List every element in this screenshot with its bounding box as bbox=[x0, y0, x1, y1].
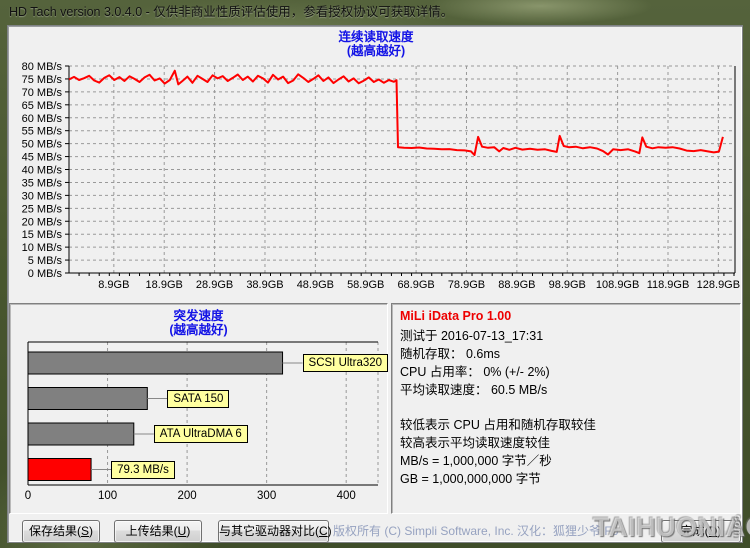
y-tick-label: 45 MB/s bbox=[22, 152, 63, 164]
compare-drives-button[interactable]: 与其它驱动器对比(C) bbox=[218, 520, 332, 543]
y-tick-label: 0 MB/s bbox=[28, 268, 63, 280]
read-speed-chart-svg: 80 MB/s75 MB/s70 MB/s65 MB/s60 MB/s55 MB… bbox=[22, 61, 740, 291]
bar-1 bbox=[27, 351, 284, 375]
x-tick-label: 128.9GB bbox=[697, 279, 740, 291]
burst-speed-panel: 0 100 200 300 400 突发速度 (越高越好) SCSI Ultra320 S… bbox=[9, 303, 389, 514]
window-title: HD Tach version 3.0.4.0 - 仅供非商业性质评估使用，参看… bbox=[9, 5, 454, 19]
x-tick-label: 58.9GB bbox=[347, 279, 384, 291]
bar-label: ATA UltraDMA 6 bbox=[153, 425, 248, 443]
x-tick-label: 18.9GB bbox=[146, 279, 183, 291]
drive-note-line: GB = 1,000,000,000 字节 bbox=[400, 472, 541, 486]
x-tick-label: 200 bbox=[177, 490, 196, 502]
bar-2 bbox=[27, 387, 148, 410]
x-tick-label: 98.9GB bbox=[549, 279, 586, 291]
x-tick-label: 88.9GB bbox=[498, 279, 535, 291]
y-tick-label: 65 MB/s bbox=[22, 100, 63, 112]
x-tick-label: 300 bbox=[257, 490, 276, 502]
hd-tach-window: { "window": { "title": "HD Tach version … bbox=[0, 0, 750, 548]
x-tick-label: 400 bbox=[337, 490, 356, 502]
y-tick-label: 55 MB/s bbox=[22, 126, 63, 138]
drive-note-line: 较低表示 CPU 占用和随机存取较佳 bbox=[400, 418, 596, 432]
save-results-button[interactable]: 保存结果(S) bbox=[22, 520, 100, 543]
x-tick-label: 118.9GB bbox=[647, 279, 690, 291]
x-tick-label: 38.9GB bbox=[246, 279, 283, 291]
bar-label: 79.3 MB/s bbox=[111, 460, 175, 479]
done-button[interactable]: 完成(D) bbox=[661, 520, 741, 543]
drive-notes-list: 较低表示 CPU 占用和随机存取较佳 较高表示平均读取速度较佳 MB/s = 1,0… bbox=[400, 416, 732, 488]
y-tick-label: 10 MB/s bbox=[22, 242, 63, 254]
drive-stat-line: 随机存取： 0.6ms bbox=[400, 347, 501, 361]
upload-results-button[interactable]: 上传结果(U) bbox=[114, 520, 202, 543]
bar-label: SCSI Ultra320 bbox=[302, 354, 389, 372]
x-tick-label: 0 bbox=[25, 490, 31, 502]
y-tick-label: 70 MB/s bbox=[22, 87, 63, 99]
drive-stat-line: CPU 占用率： 0% (+/- 2%) bbox=[400, 365, 550, 379]
burst-chart-header: 突发速度 (越高越好) bbox=[10, 309, 387, 337]
y-tick-label: 5 MB/s bbox=[28, 255, 63, 267]
y-tick-label: 50 MB/s bbox=[22, 139, 63, 151]
drive-stat-line: 平均读取速度： 60.5 MB/s bbox=[400, 383, 548, 397]
y-tick-label: 15 MB/s bbox=[22, 229, 63, 241]
bar-3 bbox=[27, 422, 135, 446]
drive-stats-list: 测试于 2016-07-13_17:31 随机存取： 0.6ms CPU 占用率： … bbox=[400, 327, 732, 399]
y-tick-label: 75 MB/s bbox=[22, 74, 63, 86]
bar-4 bbox=[27, 458, 92, 481]
drive-name: MiLi iData Pro 1.00 bbox=[400, 309, 512, 323]
y-tick-label: 40 MB/s bbox=[22, 165, 63, 177]
bar-label: SATA 150 bbox=[167, 389, 230, 408]
y-tick-label: 60 MB/s bbox=[22, 113, 63, 125]
y-tick-label: 25 MB/s bbox=[22, 203, 63, 215]
x-tick-label: 100 bbox=[98, 490, 117, 502]
y-tick-label: 20 MB/s bbox=[22, 216, 63, 228]
x-tick-label: 78.9GB bbox=[448, 279, 485, 291]
burst-chart-title: 突发速度 bbox=[173, 309, 224, 323]
x-tick-label: 28.9GB bbox=[196, 279, 233, 291]
x-tick-label: 8.9GB bbox=[98, 279, 129, 291]
x-tick-label: 108.9GB bbox=[596, 279, 639, 291]
title-bar[interactable]: HD Tach version 3.0.4.0 - 仅供非商业性质评估使用，参看… bbox=[0, 0, 750, 25]
y-tick-label: 35 MB/s bbox=[22, 177, 63, 189]
y-tick-label: 30 MB/s bbox=[22, 190, 63, 202]
drive-info-panel: MiLi iData Pro 1.00 测试于 2016-07-13_17:31… bbox=[391, 303, 741, 514]
drive-note-line: 较高表示平均读取速度较佳 bbox=[400, 436, 551, 450]
drive-note-line: MB/s = 1,000,000 字节／秒 bbox=[400, 454, 552, 468]
x-tick-label: 48.9GB bbox=[297, 279, 334, 291]
client-area: 连续读取速度 (越高越好) 80 MB/s 75 MB/s 70 MB/s 65 MB… bbox=[7, 25, 743, 543]
read-speed-line bbox=[68, 69, 724, 156]
burst-chart-subtitle: (越高越好) bbox=[169, 323, 228, 337]
drive-stat-line: 测试于 2016-07-13_17:31 bbox=[400, 329, 544, 343]
copyright-text: 版权所有 (C) Simpli Software, Inc. 汉化：狐狸少爷 F… bbox=[333, 524, 619, 538]
y-tick-label: 80 MB/s bbox=[22, 61, 63, 73]
x-tick-label: 68.9GB bbox=[397, 279, 434, 291]
